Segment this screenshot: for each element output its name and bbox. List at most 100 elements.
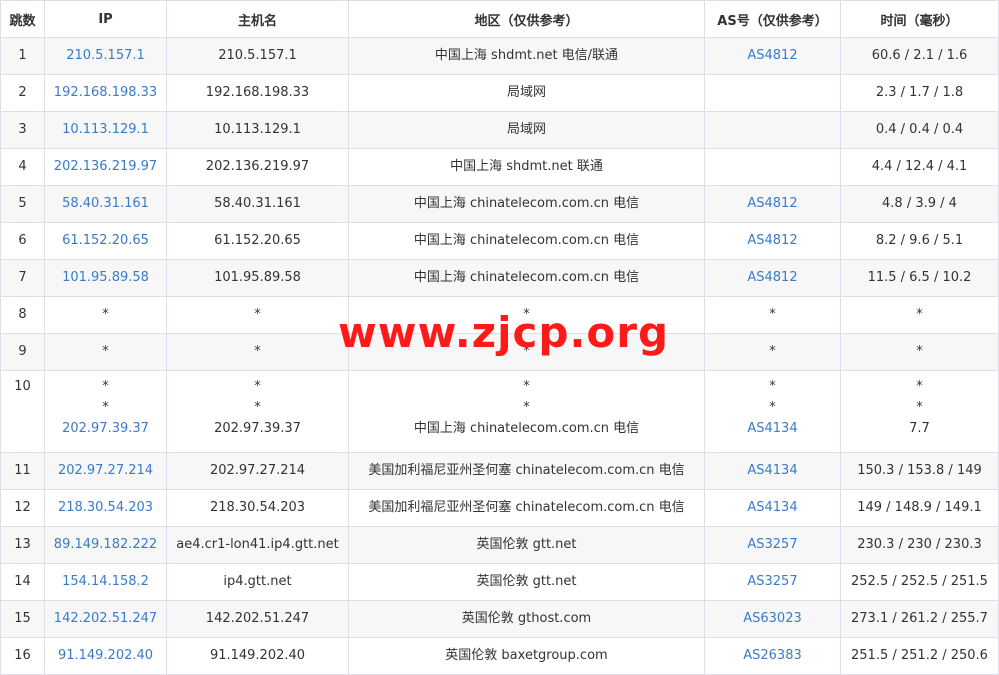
as-link[interactable]: AS4812 [704,37,841,75]
as-link[interactable]: AS4812 [704,222,841,260]
as-link[interactable]: AS4812 [704,185,841,223]
table-row: 14 154.14.158.2 ip4.gtt.net 英国伦敦 gtt.net AS3… [0,563,999,601]
as-link-line: * [769,400,776,415]
region-cell-line: * [523,400,530,415]
region-cell: 中国上海 chinatelecom.com.cn 电信 [348,185,705,223]
hop-cell: 6 [0,222,45,260]
ip-link[interactable]: 10.113.129.1 [44,111,167,149]
ip-link[interactable]: 58.40.31.161 [44,185,167,223]
hostname-cell-line: * [254,379,261,394]
hop-cell: 9 [0,333,45,371]
table-row: 4 202.136.219.97 202.136.219.97 中国上海 shdmt.… [0,148,999,186]
hostname-cell: 61.152.20.65 [166,222,349,260]
region-cell: 中国上海 chinatelecom.com.cn 电信 [348,259,705,297]
table-row: 10 * * 202.97.39.37 * * 202.97.39.37 * * 中国上海 chi… [0,370,999,453]
ip-link[interactable]: 101.95.89.58 [44,259,167,297]
hop-cell: 2 [0,74,45,112]
hop-cell: 12 [0,489,45,527]
as-link[interactable]: AS63023 [704,600,841,638]
region-cell: 中国上海 chinatelecom.com.cn 电信 [348,222,705,260]
time-cell-line: 7.7 [909,421,930,436]
table-row: 1 210.5.157.1 210.5.157.1 中国上海 shdmt.net 电信… [0,37,999,75]
time-cell: 149 / 148.9 / 149.1 [840,489,999,527]
ip-link[interactable]: 142.202.51.247 [44,600,167,638]
hostname-cell: 202.97.27.214 [166,452,349,490]
ip-link[interactable]: 202.97.27.214 [44,452,167,490]
hop-cell: 10 [0,370,45,453]
region-cell-line: * [523,379,530,394]
ip-link[interactable]: 202.136.219.97 [44,148,167,186]
hostname-cell: 218.30.54.203 [166,489,349,527]
time-cell: 273.1 / 261.2 / 255.7 [840,600,999,638]
as-link: * [704,296,841,334]
header-time-ms: 时间（毫秒） [840,0,999,38]
region-cell: 美国加利福尼亚州圣何塞 chinatelecom.com.cn 电信 [348,489,705,527]
as-link-line[interactable]: AS4134 [707,419,838,440]
time-cell: 4.4 / 12.4 / 4.1 [840,148,999,186]
hostname-cell: * [166,296,349,334]
ip-link[interactable]: 154.14.158.2 [44,563,167,601]
header-ip: IP [44,0,167,38]
region-cell: 美国加利福尼亚州圣何塞 chinatelecom.com.cn 电信 [348,452,705,490]
time-cell: 8.2 / 9.6 / 5.1 [840,222,999,260]
time-cell: 60.6 / 2.1 / 1.6 [840,37,999,75]
as-link: * * AS4134 [704,370,841,453]
region-cell: 英国伦敦 gtt.net [348,526,705,564]
as-link[interactable]: AS26383 [704,637,841,675]
time-cell: 11.5 / 6.5 / 10.2 [840,259,999,297]
hostname-cell: ip4.gtt.net [166,563,349,601]
as-link[interactable]: AS4134 [704,452,841,490]
hostname-cell-line: 202.97.39.37 [214,421,301,436]
time-cell: * * 7.7 [840,370,999,453]
hostname-cell: 101.95.89.58 [166,259,349,297]
table-row: 13 89.149.182.222 ae4.cr1-lon41.ip4.gtt.ne… [0,526,999,564]
table-row: 6 61.152.20.65 61.152.20.65 中国上海 chinatelec… [0,222,999,260]
table-header-row: 跳数 IP 主机名 地区（仅供参考） AS号（仅供参考） 时间（毫秒） [0,0,999,38]
table-row: 16 91.149.202.40 91.149.202.40 英国伦敦 baxetgr… [0,637,999,675]
region-cell: 局域网 [348,74,705,112]
hostname-cell: 202.136.219.97 [166,148,349,186]
ip-link: * [44,333,167,371]
hop-cell: 7 [0,259,45,297]
as-link: * [704,333,841,371]
as-link [704,111,841,149]
header-as-number: AS号（仅供参考） [704,0,841,38]
ip-link[interactable]: 210.5.157.1 [44,37,167,75]
as-link[interactable]: AS3257 [704,526,841,564]
time-cell-line: * [916,400,923,415]
hostname-cell: ae4.cr1-lon41.ip4.gtt.net [166,526,349,564]
hostname-cell-line: * [254,400,261,415]
as-link[interactable]: AS4134 [704,489,841,527]
time-cell: 2.3 / 1.7 / 1.8 [840,74,999,112]
time-cell: 0.4 / 0.4 / 0.4 [840,111,999,149]
as-link-line: * [769,379,776,394]
time-cell: 4.8 / 3.9 / 4 [840,185,999,223]
ip-link: * [44,296,167,334]
ip-link[interactable]: 61.152.20.65 [44,222,167,260]
time-cell: * [840,296,999,334]
hop-cell: 14 [0,563,45,601]
table-row: 5 58.40.31.161 58.40.31.161 中国上海 chinatelec… [0,185,999,223]
ip-link[interactable]: 91.149.202.40 [44,637,167,675]
ip-link[interactable]: 89.149.182.222 [44,526,167,564]
hostname-cell: 210.5.157.1 [166,37,349,75]
hop-cell: 5 [0,185,45,223]
hostname-cell: 10.113.129.1 [166,111,349,149]
region-cell: 英国伦敦 gtt.net [348,563,705,601]
as-link [704,148,841,186]
hostname-cell: * * 202.97.39.37 [166,370,349,453]
table-row: 11 202.97.27.214 202.97.27.214 美国加利福尼亚州圣何塞 … [0,452,999,490]
hop-cell: 1 [0,37,45,75]
hop-cell: 3 [0,111,45,149]
watermark: www.zjcp.org [338,308,670,357]
hop-cell: 4 [0,148,45,186]
time-cell-line: * [916,379,923,394]
time-cell: 230.3 / 230 / 230.3 [840,526,999,564]
ip-link[interactable]: 192.168.198.33 [44,74,167,112]
as-link[interactable]: AS4812 [704,259,841,297]
ip-link-line[interactable]: 202.97.39.37 [47,419,164,440]
as-link[interactable]: AS3257 [704,563,841,601]
hop-cell: 11 [0,452,45,490]
table-row: 7 101.95.89.58 101.95.89.58 中国上海 chinatelec… [0,259,999,297]
ip-link[interactable]: 218.30.54.203 [44,489,167,527]
